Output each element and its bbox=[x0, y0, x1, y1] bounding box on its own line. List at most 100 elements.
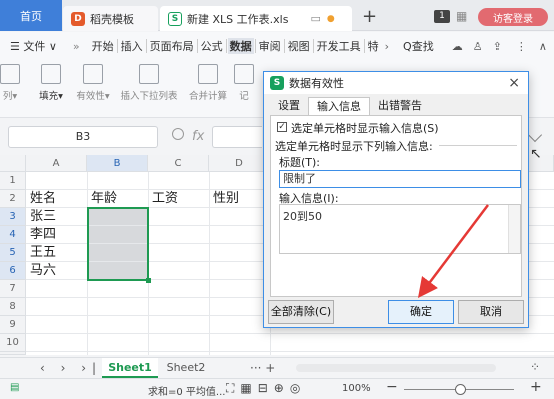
tab-monitor-icon[interactable]: ▭ bbox=[310, 12, 320, 25]
add-sheet-button[interactable]: ··· + bbox=[250, 361, 275, 375]
tab-error-alert[interactable]: 出错警告 bbox=[370, 97, 430, 115]
cell-a3[interactable]: 张三 bbox=[28, 208, 86, 226]
row-header-1[interactable]: 1 bbox=[0, 172, 26, 190]
ok-button[interactable]: 确定 bbox=[388, 300, 454, 324]
column-button-label: 列▾ bbox=[2, 91, 18, 102]
cell-a6[interactable]: 马六 bbox=[28, 262, 86, 280]
more-options-icon[interactable]: ⋮ bbox=[516, 40, 527, 53]
new-tab-button[interactable]: + bbox=[362, 6, 377, 27]
show-message-label[interactable]: 选定单元格时显示输入信息(S) bbox=[291, 120, 439, 136]
message-textarea[interactable]: 20到50 bbox=[279, 204, 521, 254]
close-icon[interactable]: × bbox=[508, 75, 520, 91]
fill-handle[interactable] bbox=[146, 278, 151, 283]
cell-b4[interactable] bbox=[88, 226, 148, 244]
window-count-badge[interactable]: 1 bbox=[434, 10, 450, 23]
more-menu-icon[interactable]: » bbox=[71, 40, 82, 53]
record-icon bbox=[234, 64, 254, 84]
menu-start[interactable]: 开始 bbox=[90, 38, 116, 54]
row-header-4[interactable]: 4 bbox=[0, 226, 26, 244]
login-button[interactable]: 访客登录 bbox=[478, 8, 548, 26]
merge-calc-button[interactable]: 合并计算 bbox=[186, 64, 230, 102]
row-header-7[interactable]: 7 bbox=[0, 280, 26, 298]
sheet-nav-icons[interactable]: ‹ › ›| bbox=[40, 361, 102, 375]
message-scrollbar[interactable] bbox=[508, 205, 520, 253]
row-header-2[interactable]: 2 bbox=[0, 190, 26, 208]
title-input[interactable]: 限制了 bbox=[279, 170, 521, 188]
menu-divider bbox=[225, 39, 227, 53]
share-icon[interactable]: ⇪ bbox=[493, 40, 502, 53]
tile-icon[interactable]: ▦ bbox=[456, 9, 467, 23]
clear-all-button[interactable]: 全部清除(C) bbox=[268, 300, 334, 324]
formula-input[interactable] bbox=[212, 126, 262, 148]
cell-b2[interactable]: 年龄 bbox=[89, 190, 147, 208]
cloud-icon[interactable]: ☁ bbox=[452, 40, 463, 53]
name-box[interactable]: B3 bbox=[8, 126, 158, 148]
column-header-c[interactable]: C bbox=[148, 155, 209, 172]
fx-icon[interactable]: fx bbox=[192, 129, 204, 144]
zoom-level[interactable]: 100% bbox=[342, 383, 371, 394]
menu-formula[interactable]: 公式 bbox=[199, 38, 225, 54]
cell-a2[interactable]: 姓名 bbox=[28, 190, 86, 208]
status-summary[interactable]: 求和=0 平均值... bbox=[148, 383, 225, 398]
fill-button[interactable]: 填充▾ bbox=[34, 64, 68, 102]
column-header-a[interactable]: A bbox=[26, 155, 87, 172]
menu-special[interactable]: 特 bbox=[366, 38, 381, 54]
formula-expand-icon[interactable] bbox=[527, 127, 543, 143]
menu-overflow-icon[interactable]: › bbox=[383, 40, 391, 53]
cell-b3[interactable] bbox=[88, 208, 148, 226]
validity-button-label: 有效性▾ bbox=[76, 91, 110, 102]
column-header-b[interactable]: B bbox=[87, 155, 148, 172]
spreadsheet-icon: S bbox=[270, 76, 284, 90]
row-header-8[interactable]: 8 bbox=[0, 298, 26, 316]
search-button[interactable]: Q查找 bbox=[401, 38, 436, 54]
file-tab[interactable]: S 新建 XLS 工作表.xls ▭ ● bbox=[160, 6, 352, 31]
zoom-icon[interactable] bbox=[172, 128, 184, 140]
cell-a4[interactable]: 李四 bbox=[28, 226, 86, 244]
row-header-3[interactable]: 3 bbox=[0, 208, 26, 226]
sheet-tab-1[interactable]: Sheet1 bbox=[102, 358, 158, 378]
title-bar: 首页 D 稻壳模板 S 新建 XLS 工作表.xls ▭ ● + 1 ▦ 访客登… bbox=[0, 0, 554, 31]
row-header-5[interactable]: 5 bbox=[0, 244, 26, 262]
zoom-out-button[interactable]: − bbox=[386, 379, 398, 395]
column-header-d[interactable]: D bbox=[209, 155, 270, 172]
menu-review[interactable]: 审阅 bbox=[257, 38, 283, 54]
menu-divider bbox=[254, 39, 256, 53]
show-message-checkbox[interactable]: ✓ bbox=[277, 122, 287, 132]
record-button[interactable]: 记 bbox=[232, 64, 256, 102]
file-menu[interactable]: ☰ 文件 ∨ bbox=[8, 38, 59, 54]
insert-dropdown-button[interactable]: 插入下拉列表 bbox=[118, 64, 180, 102]
corner-select-all[interactable] bbox=[0, 155, 26, 172]
menu-page-layout[interactable]: 页面布局 bbox=[148, 38, 196, 54]
home-tab[interactable]: 首页 bbox=[0, 0, 62, 31]
row-header-9[interactable]: 9 bbox=[0, 316, 26, 334]
menu-view[interactable]: 视图 bbox=[286, 38, 312, 54]
row-header-6[interactable]: 6 bbox=[0, 262, 26, 280]
zoom-in-button[interactable]: + bbox=[530, 379, 542, 395]
menu-insert[interactable]: 插入 bbox=[119, 38, 145, 54]
dialog-title-bar[interactable]: S 数据有效性 bbox=[264, 72, 528, 94]
expand-sheets-icon[interactable]: ⁘ bbox=[530, 360, 540, 374]
cell-d2[interactable]: 性别 bbox=[211, 190, 269, 208]
view-mode-icons[interactable]: ⛶▦⊟⊕◎ bbox=[226, 381, 306, 396]
sheet-tab-2[interactable]: Sheet2 bbox=[158, 358, 214, 378]
macro-icon[interactable]: ▤ bbox=[10, 382, 19, 393]
template-tab[interactable]: D 稻壳模板 bbox=[63, 6, 158, 31]
validity-icon bbox=[83, 64, 103, 84]
horizontal-scrollbar[interactable] bbox=[296, 364, 496, 372]
cell-a5[interactable]: 王五 bbox=[28, 244, 86, 262]
validity-button[interactable]: 有效性▾ bbox=[72, 64, 114, 102]
cell-b6[interactable] bbox=[88, 262, 148, 280]
collapse-ribbon-icon[interactable]: ∧ bbox=[539, 40, 547, 53]
row-header-10[interactable]: 10 bbox=[0, 334, 26, 352]
cancel-button[interactable]: 取消 bbox=[458, 300, 524, 324]
menu-data[interactable]: 数据 bbox=[227, 38, 254, 54]
row-header-11[interactable] bbox=[0, 352, 26, 355]
zoom-slider-thumb[interactable] bbox=[455, 384, 466, 395]
collab-icon[interactable]: ♙ bbox=[473, 40, 483, 53]
menu-developer[interactable]: 开发工具 bbox=[315, 38, 363, 54]
cell-b5[interactable] bbox=[88, 244, 148, 262]
cell-c2[interactable]: 工资 bbox=[150, 190, 208, 208]
tab-input-message[interactable]: 输入信息 bbox=[308, 97, 370, 115]
column-button[interactable]: 列▾ bbox=[0, 64, 24, 102]
tab-settings[interactable]: 设置 bbox=[270, 97, 308, 115]
